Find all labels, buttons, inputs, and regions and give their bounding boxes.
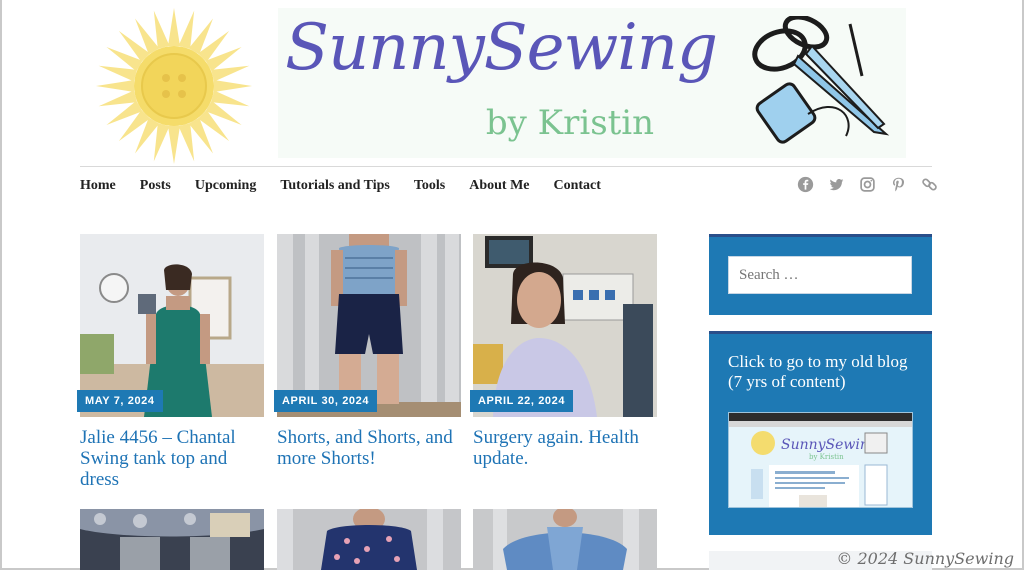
old-blog-text[interactable]: Click to go to my old blog (7 yrs of con… [728, 352, 918, 392]
link-icon[interactable] [921, 176, 938, 193]
post-thumbnail[interactable] [473, 509, 657, 570]
svg-text:by Kristin: by Kristin [809, 453, 844, 461]
post-thumbnail[interactable] [80, 509, 264, 570]
copyright-watermark: © 2024 SunnySewing [836, 549, 1014, 568]
svg-text:SunnySewing: SunnySewing [781, 437, 878, 453]
search-input[interactable] [728, 256, 912, 294]
pinterest-icon[interactable] [890, 176, 907, 193]
post-date-badge: APRIL 22, 2024 [470, 390, 574, 412]
nav-tools[interactable]: Tools [414, 176, 445, 196]
scissors-thread-icon [752, 16, 890, 144]
social-links [797, 176, 938, 193]
nav-tutorials-and-tips[interactable]: Tutorials and Tips [280, 176, 389, 196]
nav-upcoming[interactable]: Upcoming [195, 176, 256, 196]
post-thumbnail[interactable] [277, 509, 461, 570]
nav-contact[interactable]: Contact [554, 176, 601, 196]
old-blog-link-image[interactable]: SunnySewing by Kristin [728, 412, 913, 508]
sun-button-logo-icon [96, 8, 252, 164]
main-navigation: Home Posts Upcoming Tutorials and Tips T… [80, 176, 601, 196]
brand-title: SunnySewing [285, 11, 718, 85]
post-title-link[interactable]: Shorts, and Shorts, and more Shorts! [277, 427, 467, 469]
nav-posts[interactable]: Posts [140, 176, 171, 196]
post-date-badge: MAY 7, 2024 [77, 390, 163, 412]
sidebar-old-blog-widget: Click to go to my old blog (7 yrs of con… [709, 331, 932, 535]
post-title-link[interactable]: Jalie 4456 – Chantal Swing tank top and … [80, 427, 270, 490]
instagram-icon[interactable] [859, 176, 876, 193]
nav-about-me[interactable]: About Me [469, 176, 529, 196]
post-title-link[interactable]: Surgery again. Health update. [473, 427, 663, 469]
sidebar-search-widget [709, 234, 932, 315]
brand-subtitle: by Kristin [485, 103, 655, 143]
nav-home[interactable]: Home [80, 176, 116, 196]
site-header-banner[interactable]: SunnySewing by Kristin [80, 2, 932, 166]
post-date-badge: APRIL 30, 2024 [274, 390, 378, 412]
header-divider [80, 166, 932, 167]
twitter-icon[interactable] [828, 176, 845, 193]
facebook-icon[interactable] [797, 176, 814, 193]
